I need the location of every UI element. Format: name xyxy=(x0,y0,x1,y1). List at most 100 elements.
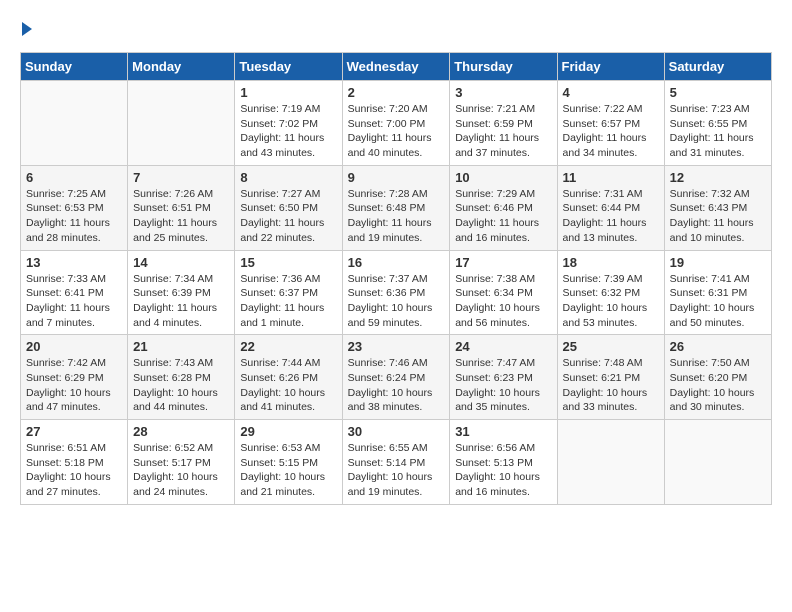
table-row: 23 Sunrise: 7:46 AM Sunset: 6:24 PM Dayli… xyxy=(342,335,450,420)
table-row: 4 Sunrise: 7:22 AM Sunset: 6:57 PM Daylig… xyxy=(557,81,664,166)
table-row: 2 Sunrise: 7:20 AM Sunset: 7:00 PM Daylig… xyxy=(342,81,450,166)
day-info: Sunrise: 7:36 AM Sunset: 6:37 PM Dayligh… xyxy=(240,272,336,331)
day-number: 26 xyxy=(670,339,766,354)
logo-arrow-icon xyxy=(22,22,32,36)
table-row xyxy=(557,420,664,505)
table-row: 5Sunrise: 7:23 AM Sunset: 6:55 PM Daylig… xyxy=(664,81,771,166)
day-info: Sunrise: 7:42 AM Sunset: 6:29 PM Dayligh… xyxy=(26,356,122,415)
page-header xyxy=(20,20,772,36)
day-number: 22 xyxy=(240,339,336,354)
day-number: 21 xyxy=(133,339,229,354)
day-info: Sunrise: 7:37 AM Sunset: 6:36 PM Dayligh… xyxy=(348,272,445,331)
day-number: 16 xyxy=(348,255,445,270)
table-row: 11 Sunrise: 7:31 AM Sunset: 6:44 PM Dayli… xyxy=(557,165,664,250)
day-info: Sunrise: 7:38 AM Sunset: 6:34 PM Dayligh… xyxy=(455,272,551,331)
table-row xyxy=(128,81,235,166)
day-of-week-header: Wednesday xyxy=(342,53,450,81)
table-row: 20 Sunrise: 7:42 AM Sunset: 6:29 PM Dayli… xyxy=(21,335,128,420)
day-of-week-header: Friday xyxy=(557,53,664,81)
table-row: 17 Sunrise: 7:38 AM Sunset: 6:34 PM Dayli… xyxy=(450,250,557,335)
table-row: 13 Sunrise: 7:33 AM Sunset: 6:41 PM Dayli… xyxy=(21,250,128,335)
day-info: Sunrise: 7:22 AM Sunset: 6:57 PM Dayligh… xyxy=(563,102,659,161)
day-number: 9 xyxy=(348,170,445,185)
day-number: 3 xyxy=(455,85,551,100)
table-row: 6 Sunrise: 7:25 AM Sunset: 6:53 PM Daylig… xyxy=(21,165,128,250)
table-row: 21 Sunrise: 7:43 AM Sunset: 6:28 PM Dayli… xyxy=(128,335,235,420)
table-row: 31Sunrise: 6:56 AM Sunset: 5:13 PM Dayli… xyxy=(450,420,557,505)
day-info: Sunrise: 7:46 AM Sunset: 6:24 PM Dayligh… xyxy=(348,356,445,415)
day-info: Sunrise: 7:21 AM Sunset: 6:59 PM Dayligh… xyxy=(455,102,551,161)
table-row: 27Sunrise: 6:51 AM Sunset: 5:18 PM Dayli… xyxy=(21,420,128,505)
day-info: Sunrise: 7:44 AM Sunset: 6:26 PM Dayligh… xyxy=(240,356,336,415)
day-info: Sunrise: 6:56 AM Sunset: 5:13 PM Dayligh… xyxy=(455,441,551,500)
day-info: Sunrise: 7:28 AM Sunset: 6:48 PM Dayligh… xyxy=(348,187,445,246)
day-info: Sunrise: 7:43 AM Sunset: 6:28 PM Dayligh… xyxy=(133,356,229,415)
table-row xyxy=(664,420,771,505)
day-info: Sunrise: 7:50 AM Sunset: 6:20 PM Dayligh… xyxy=(670,356,766,415)
day-number: 1 xyxy=(240,85,336,100)
day-number: 29 xyxy=(240,424,336,439)
day-number: 12 xyxy=(670,170,766,185)
table-row: 30 Sunrise: 6:55 AM Sunset: 5:14 PM Dayli… xyxy=(342,420,450,505)
table-row: 3 Sunrise: 7:21 AM Sunset: 6:59 PM Daylig… xyxy=(450,81,557,166)
day-number: 14 xyxy=(133,255,229,270)
day-of-week-header: Monday xyxy=(128,53,235,81)
table-row: 28 Sunrise: 6:52 AM Sunset: 5:17 PM Dayli… xyxy=(128,420,235,505)
calendar-header-row: SundayMondayTuesdayWednesdayThursdayFrid… xyxy=(21,53,772,81)
day-number: 20 xyxy=(26,339,122,354)
day-of-week-header: Sunday xyxy=(21,53,128,81)
day-number: 24 xyxy=(455,339,551,354)
table-row: 24 Sunrise: 7:47 AM Sunset: 6:23 PM Dayli… xyxy=(450,335,557,420)
day-info: Sunrise: 7:47 AM Sunset: 6:23 PM Dayligh… xyxy=(455,356,551,415)
calendar-week-row: 6 Sunrise: 7:25 AM Sunset: 6:53 PM Daylig… xyxy=(21,165,772,250)
day-number: 8 xyxy=(240,170,336,185)
calendar-week-row: 1 Sunrise: 7:19 AM Sunset: 7:02 PM Daylig… xyxy=(21,81,772,166)
day-info: Sunrise: 6:53 AM Sunset: 5:15 PM Dayligh… xyxy=(240,441,336,500)
day-info: Sunrise: 7:26 AM Sunset: 6:51 PM Dayligh… xyxy=(133,187,229,246)
calendar-table: SundayMondayTuesdayWednesdayThursdayFrid… xyxy=(20,52,772,505)
day-info: Sunrise: 7:27 AM Sunset: 6:50 PM Dayligh… xyxy=(240,187,336,246)
day-number: 5 xyxy=(670,85,766,100)
day-number: 19 xyxy=(670,255,766,270)
table-row xyxy=(21,81,128,166)
day-info: Sunrise: 7:25 AM Sunset: 6:53 PM Dayligh… xyxy=(26,187,122,246)
day-number: 10 xyxy=(455,170,551,185)
table-row: 10 Sunrise: 7:29 AM Sunset: 6:46 PM Dayli… xyxy=(450,165,557,250)
day-of-week-header: Saturday xyxy=(664,53,771,81)
day-number: 30 xyxy=(348,424,445,439)
day-info: Sunrise: 7:19 AM Sunset: 7:02 PM Dayligh… xyxy=(240,102,336,161)
day-number: 6 xyxy=(26,170,122,185)
day-number: 11 xyxy=(563,170,659,185)
table-row: 8 Sunrise: 7:27 AM Sunset: 6:50 PM Daylig… xyxy=(235,165,342,250)
table-row: 29 Sunrise: 6:53 AM Sunset: 5:15 PM Dayli… xyxy=(235,420,342,505)
day-number: 15 xyxy=(240,255,336,270)
day-number: 18 xyxy=(563,255,659,270)
day-of-week-header: Tuesday xyxy=(235,53,342,81)
day-info: Sunrise: 7:29 AM Sunset: 6:46 PM Dayligh… xyxy=(455,187,551,246)
day-info: Sunrise: 7:33 AM Sunset: 6:41 PM Dayligh… xyxy=(26,272,122,331)
day-info: Sunrise: 7:41 AM Sunset: 6:31 PM Dayligh… xyxy=(670,272,766,331)
table-row: 14Sunrise: 7:34 AM Sunset: 6:39 PM Dayli… xyxy=(128,250,235,335)
day-info: Sunrise: 7:48 AM Sunset: 6:21 PM Dayligh… xyxy=(563,356,659,415)
day-number: 27 xyxy=(26,424,122,439)
calendar-week-row: 27Sunrise: 6:51 AM Sunset: 5:18 PM Dayli… xyxy=(21,420,772,505)
day-number: 2 xyxy=(348,85,445,100)
calendar-week-row: 13 Sunrise: 7:33 AM Sunset: 6:41 PM Dayli… xyxy=(21,250,772,335)
day-number: 4 xyxy=(563,85,659,100)
day-number: 7 xyxy=(133,170,229,185)
day-of-week-header: Thursday xyxy=(450,53,557,81)
day-number: 17 xyxy=(455,255,551,270)
calendar-week-row: 20 Sunrise: 7:42 AM Sunset: 6:29 PM Dayli… xyxy=(21,335,772,420)
day-info: Sunrise: 7:39 AM Sunset: 6:32 PM Dayligh… xyxy=(563,272,659,331)
day-number: 23 xyxy=(348,339,445,354)
table-row: 25 Sunrise: 7:48 AM Sunset: 6:21 PM Dayli… xyxy=(557,335,664,420)
table-row: 12Sunrise: 7:32 AM Sunset: 6:43 PM Dayli… xyxy=(664,165,771,250)
day-number: 13 xyxy=(26,255,122,270)
day-info: Sunrise: 6:55 AM Sunset: 5:14 PM Dayligh… xyxy=(348,441,445,500)
day-info: Sunrise: 7:31 AM Sunset: 6:44 PM Dayligh… xyxy=(563,187,659,246)
day-number: 28 xyxy=(133,424,229,439)
day-info: Sunrise: 6:52 AM Sunset: 5:17 PM Dayligh… xyxy=(133,441,229,500)
day-number: 25 xyxy=(563,339,659,354)
day-info: Sunrise: 7:20 AM Sunset: 7:00 PM Dayligh… xyxy=(348,102,445,161)
table-row: 15 Sunrise: 7:36 AM Sunset: 6:37 PM Dayli… xyxy=(235,250,342,335)
